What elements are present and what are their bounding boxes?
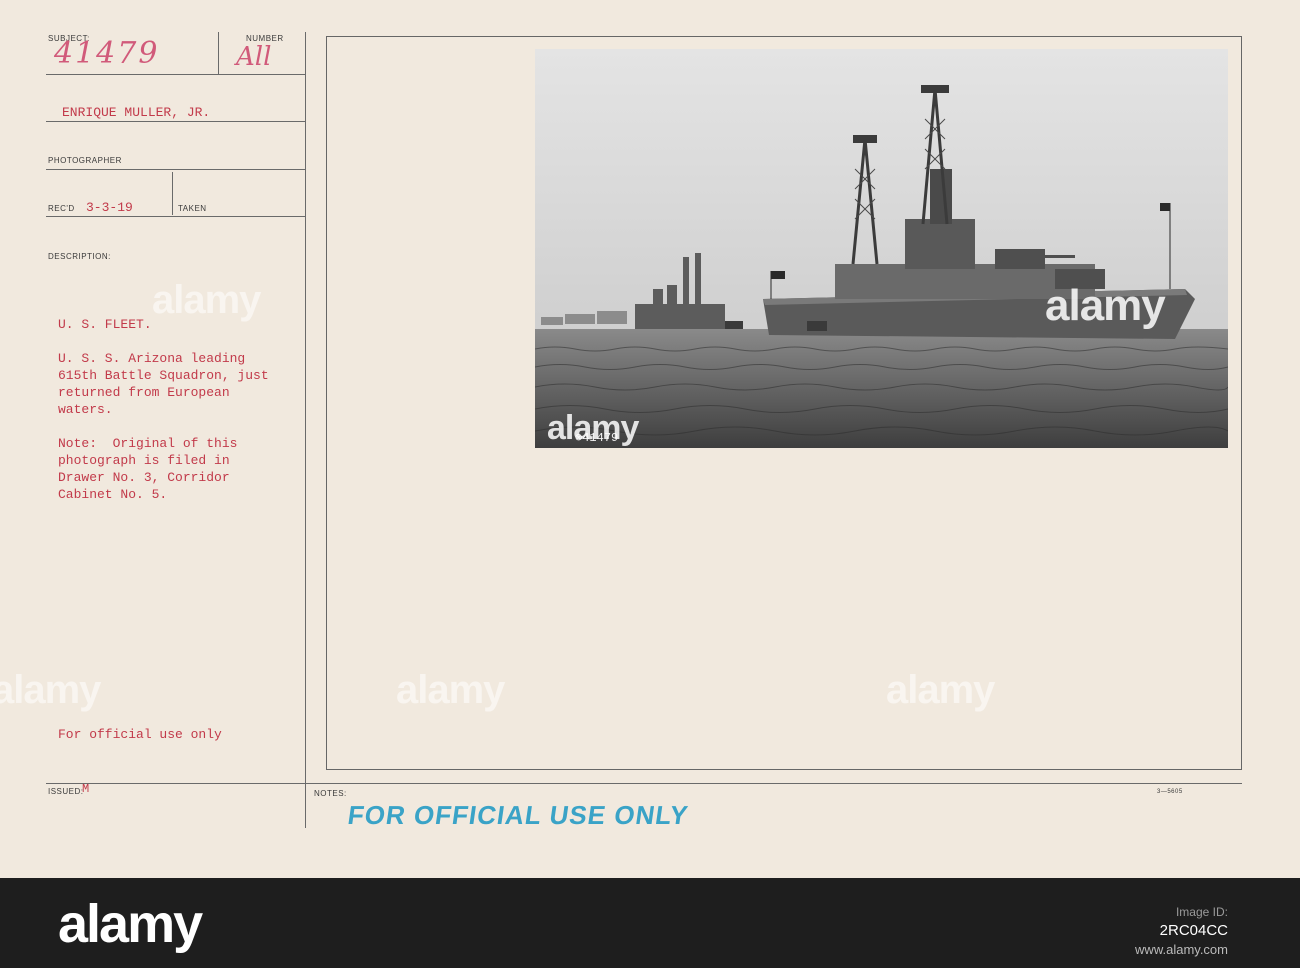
taken-label: TAKEN: [178, 204, 207, 213]
subject-divider: [218, 32, 219, 74]
description-line: 615th Battle Squadron, just: [58, 368, 269, 383]
footer-logo: alamy: [58, 894, 203, 954]
archive-record-card: SUBJECT: 41479 NUMBER All ENRIQUE MULLER…: [0, 0, 1300, 878]
subject-value: 41479: [54, 36, 160, 71]
footer-image-id: 2RC04CC: [1159, 922, 1228, 939]
official-use-text: For official use only: [58, 727, 222, 742]
description-line: Note: Original of this: [58, 436, 238, 451]
watermark-right: alamy: [886, 668, 995, 712]
watermark-center: alamy: [396, 668, 505, 712]
recd-divider: [172, 172, 173, 215]
description-line: Cabinet No. 5.: [58, 487, 168, 502]
description-line: returned from European: [58, 385, 230, 400]
footer-site: www.alamy.com: [1135, 942, 1228, 957]
recd-value: 3-3-19: [86, 200, 133, 215]
issued-label: ISSUED:: [48, 787, 84, 796]
description-block: U. S. FLEET. U. S. S. Arizona leading 61…: [58, 316, 269, 503]
description-line: [58, 333, 269, 350]
field-rule: [46, 169, 306, 170]
watermark-left-top: alamy: [152, 278, 261, 322]
battleship-photo: ⊗41479 alamy alamy: [535, 49, 1228, 448]
form-number: 3—5605: [1157, 789, 1183, 795]
watermark-photo-right: alamy: [1045, 281, 1166, 330]
column-divider: [305, 32, 306, 828]
description-line: U. S. S. Arizona leading: [58, 351, 246, 366]
field-rule: [46, 121, 306, 122]
description-line: Drawer No. 3, Corridor: [58, 470, 230, 485]
footer-image-id-label: Image ID:: [1175, 905, 1228, 919]
notes-label: NOTES:: [314, 789, 347, 798]
official-use-stamp: FOR OFFICIAL USE ONLY: [345, 800, 691, 830]
description-line: photograph is filed in: [58, 453, 230, 468]
description-line: [58, 418, 269, 435]
description-label: DESCRIPTION:: [48, 252, 111, 261]
bottom-rule: [46, 783, 1242, 784]
watermark-photo-bottom: alamy: [547, 409, 639, 447]
battleship-illustration: ⊗41479: [535, 49, 1228, 448]
recd-label: REC'D: [48, 204, 75, 213]
photographer-label: PHOTOGRAPHER: [48, 156, 122, 165]
watermark-left-bottom: alamy: [0, 668, 101, 712]
photographer-name: ENRIQUE MULLER, JR.: [62, 105, 211, 120]
field-rule: [46, 216, 306, 217]
field-rule: [46, 74, 306, 75]
issued-value: M: [82, 782, 90, 796]
description-line: waters.: [58, 402, 113, 417]
number-value: All: [236, 42, 272, 72]
